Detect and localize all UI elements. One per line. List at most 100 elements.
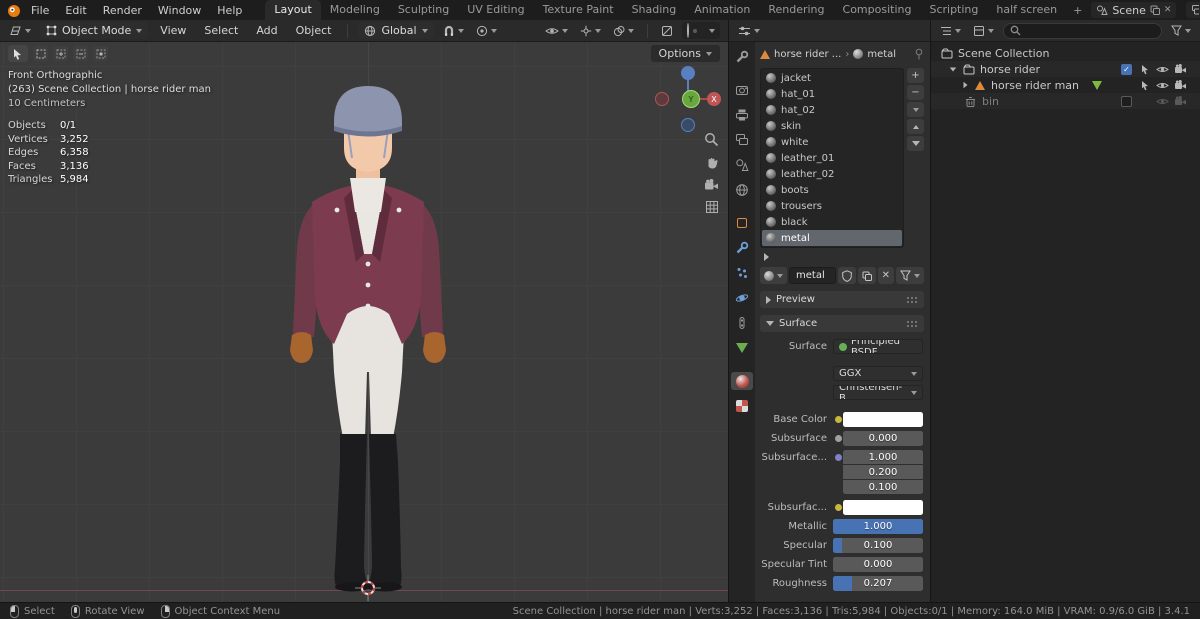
menu-object[interactable]: Object — [290, 24, 338, 37]
subsurface-color-swatch[interactable] — [843, 500, 923, 515]
world-tab-icon[interactable] — [731, 181, 753, 199]
view-layer-tab-icon[interactable] — [731, 131, 753, 149]
xray-toggle[interactable] — [658, 25, 676, 37]
tab-scripting[interactable]: Scripting — [920, 0, 987, 20]
outliner-row-horse-rider[interactable]: horse rider ✓ — [931, 61, 1200, 77]
properties-editor-type-button[interactable] — [735, 25, 763, 37]
remove-slot-button[interactable]: − — [907, 85, 924, 100]
tab-half-screen[interactable]: half screen — [987, 0, 1066, 20]
preview-panel-header[interactable]: Preview — [760, 291, 924, 308]
tab-sculpting[interactable]: Sculpting — [389, 0, 458, 20]
tab-layout[interactable]: Layout — [265, 0, 321, 20]
distribution-dropdown[interactable]: GGX — [833, 366, 923, 381]
snapping-button[interactable] — [440, 25, 467, 37]
material-slot[interactable]: boots — [762, 182, 902, 198]
add-workspace-button[interactable]: + — [1066, 2, 1089, 20]
fake-user-button[interactable] — [837, 267, 856, 284]
physics-tab-icon[interactable] — [731, 289, 753, 307]
collection-checkbox[interactable]: ✓ — [1119, 63, 1134, 75]
view-layer-selector[interactable]: View Layer ✕ — [1186, 2, 1200, 18]
gizmo-z-plus[interactable] — [681, 66, 695, 80]
tab-rendering[interactable]: Rendering — [759, 0, 833, 20]
hide-toggle-eye-icon[interactable] — [1155, 97, 1170, 106]
material-slot[interactable]: skin — [762, 118, 902, 134]
outliner-row-bin[interactable]: bin — [931, 93, 1200, 109]
menu-view[interactable]: View — [154, 24, 192, 37]
shading-wireframe-button[interactable] — [687, 23, 689, 38]
scene-selector[interactable]: Scene ✕ — [1091, 2, 1177, 18]
breadcrumb-object[interactable]: horse rider ... — [774, 49, 841, 60]
panel-grip-icon[interactable] — [906, 296, 918, 303]
menu-edit[interactable]: Edit — [58, 2, 93, 20]
constraints-tab-icon[interactable] — [731, 314, 753, 332]
menu-window[interactable]: Window — [151, 2, 208, 20]
breadcrumb-material[interactable]: metal — [867, 49, 896, 60]
gizmo-x-minus[interactable] — [655, 92, 669, 106]
outliner-row-horse-rider-man[interactable]: horse rider man — [931, 77, 1200, 93]
select-mode-subtract-button[interactable] — [73, 46, 88, 61]
move-slot-down-button[interactable] — [907, 136, 924, 151]
particles-tab-icon[interactable] — [731, 264, 753, 282]
disclosure-closed-icon[interactable] — [963, 81, 968, 89]
material-slot-list[interactable]: jacket hat_01 hat_02 skin white leather_… — [760, 68, 904, 248]
material-slot[interactable]: leather_01 — [762, 150, 902, 166]
options-dropdown[interactable]: Options — [650, 45, 720, 62]
menu-help[interactable]: Help — [210, 2, 249, 20]
radius-y-field[interactable]: 0.200 — [843, 465, 923, 479]
output-tab-icon[interactable] — [731, 106, 753, 124]
outliner-editor-type-button[interactable] — [937, 25, 964, 37]
tool-tab-icon[interactable] — [731, 48, 753, 66]
transform-orientation-dropdown[interactable]: Global — [358, 22, 434, 39]
hide-toggle-eye-icon[interactable] — [1155, 65, 1170, 74]
unlink-scene-button[interactable]: ✕ — [1164, 5, 1172, 15]
gizmos-dropdown[interactable] — [577, 25, 604, 37]
selectable-toggle-icon[interactable] — [1137, 64, 1152, 75]
menu-add[interactable]: Add — [250, 24, 283, 37]
outliner-filter-button[interactable] — [1168, 25, 1194, 36]
gizmo-z-minus[interactable] — [681, 118, 695, 132]
slot-specials-button[interactable] — [907, 102, 924, 117]
specular-tint-slider[interactable]: 0.000 — [833, 557, 923, 572]
radius-x-field[interactable]: 1.000 — [843, 450, 923, 464]
mode-dropdown[interactable]: Object Mode — [40, 22, 149, 39]
blender-logo-icon[interactable] — [6, 2, 22, 20]
material-filter-button[interactable] — [896, 267, 924, 284]
metallic-slider[interactable]: 1.000 — [833, 519, 923, 534]
material-slot[interactable]: trousers — [762, 198, 902, 214]
select-mode-new-button[interactable] — [33, 46, 48, 61]
select-mode-invert-button[interactable] — [93, 46, 108, 61]
move-slot-up-button[interactable] — [907, 119, 924, 134]
render-toggle-camera-icon[interactable] — [1173, 96, 1188, 106]
tab-uv-editing[interactable]: UV Editing — [458, 0, 533, 20]
editor-type-button[interactable] — [6, 24, 34, 37]
object-data-tab-icon[interactable] — [731, 339, 753, 357]
material-slot[interactable]: black — [762, 214, 902, 230]
material-slot-selected[interactable]: metal — [762, 230, 902, 246]
radius-z-field[interactable]: 0.100 — [843, 480, 923, 494]
viewport-canvas[interactable]: Options Front Orthographic (263) Scene C… — [0, 42, 728, 602]
add-slot-button[interactable]: + — [907, 68, 924, 83]
outliner-search-input[interactable] — [1003, 22, 1162, 39]
object-tab-icon[interactable] — [731, 214, 753, 232]
outliner-row-scene-collection[interactable]: Scene Collection — [931, 45, 1200, 61]
pin-icon[interactable] — [914, 48, 924, 60]
tab-texture-paint[interactable]: Texture Paint — [534, 0, 623, 20]
pan-tool-icon[interactable] — [705, 156, 719, 170]
roughness-slider[interactable]: 0.207 — [833, 576, 923, 591]
modifiers-tab-icon[interactable] — [731, 239, 753, 257]
material-slot[interactable]: leather_02 — [762, 166, 902, 182]
material-tab-icon[interactable] — [731, 372, 753, 390]
material-slot[interactable]: white — [762, 134, 902, 150]
surface-shader-button[interactable]: Principled BSDF — [833, 339, 923, 354]
toggle-perspective-icon[interactable] — [705, 200, 719, 214]
panel-grip-icon[interactable] — [906, 320, 918, 327]
visibility-dropdown[interactable] — [542, 26, 571, 36]
active-tool-select-box-button[interactable] — [8, 45, 28, 62]
texture-tab-icon[interactable] — [731, 397, 753, 415]
view-navigation-gizmo[interactable]: Y X — [651, 62, 725, 136]
material-name-field[interactable]: metal — [789, 267, 836, 284]
tab-animation[interactable]: Animation — [685, 0, 759, 20]
subsurface-slider[interactable]: 0.000 — [843, 431, 923, 446]
menu-select[interactable]: Select — [198, 24, 244, 37]
scene-tab-icon[interactable] — [731, 156, 753, 174]
